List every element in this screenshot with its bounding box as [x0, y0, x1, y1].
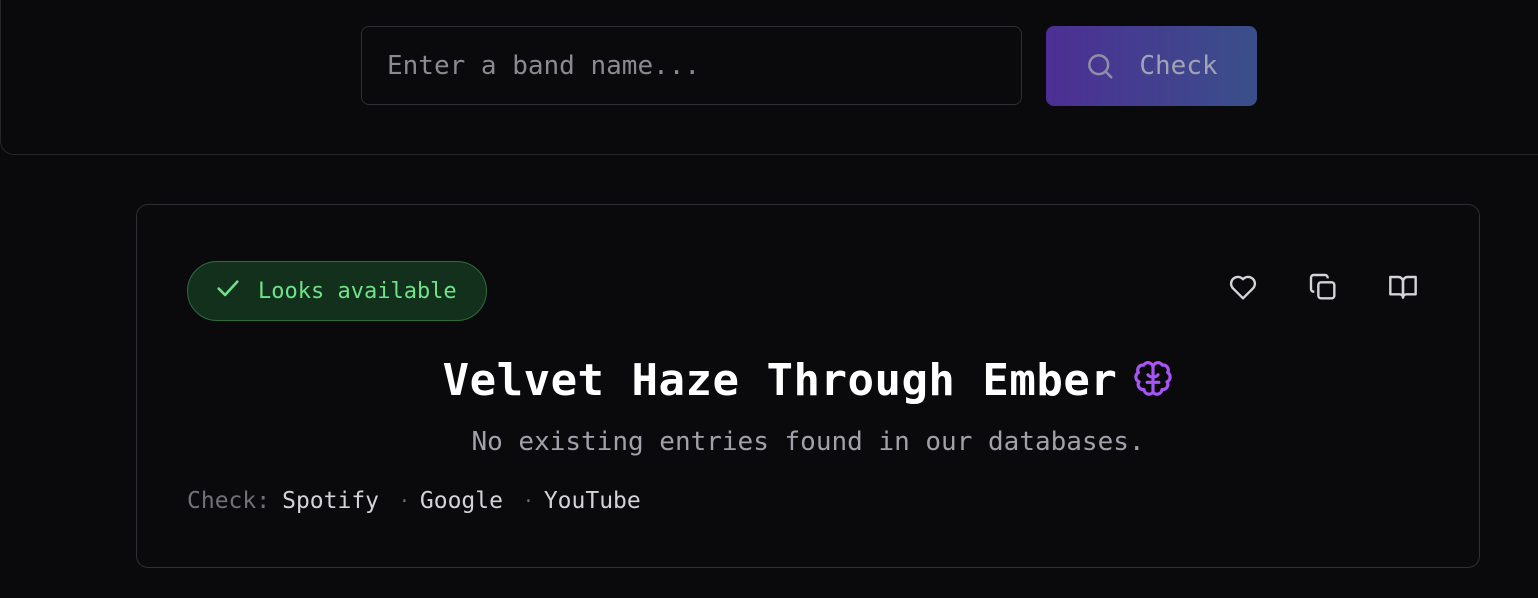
status-label: Looks available [258, 278, 457, 304]
heart-icon [1227, 271, 1259, 307]
spotify-link[interactable]: Spotify [282, 488, 379, 514]
status-badge: Looks available [187, 261, 487, 321]
favorite-button[interactable] [1227, 273, 1259, 305]
result-card: Looks available Velvet Haze Through Embe… [136, 204, 1480, 568]
band-name-title: Velvet Haze Through Ember [442, 355, 1118, 406]
search-input[interactable] [361, 26, 1022, 105]
youtube-link[interactable]: YouTube [544, 488, 641, 514]
check-icon [214, 274, 242, 308]
separator: · [399, 490, 410, 512]
brain-icon [1133, 359, 1173, 403]
copy-button[interactable] [1307, 273, 1339, 305]
copy-icon [1307, 271, 1339, 307]
check-button[interactable]: Check [1046, 26, 1257, 106]
check-button-label: Check [1139, 51, 1218, 81]
google-link[interactable]: Google [420, 488, 503, 514]
book-open-icon [1387, 271, 1419, 307]
details-button[interactable] [1387, 273, 1419, 305]
links-label: Check: [187, 488, 271, 514]
header: Check [0, 0, 1538, 155]
external-links: Check: Spotify · Google · YouTube [187, 488, 641, 514]
separator: · [522, 490, 534, 512]
result-message: No existing entries found in our databas… [471, 427, 1145, 457]
search-icon [1085, 51, 1115, 81]
title-row: Velvet Haze Through Ember [137, 355, 1479, 406]
action-buttons [1227, 273, 1419, 305]
